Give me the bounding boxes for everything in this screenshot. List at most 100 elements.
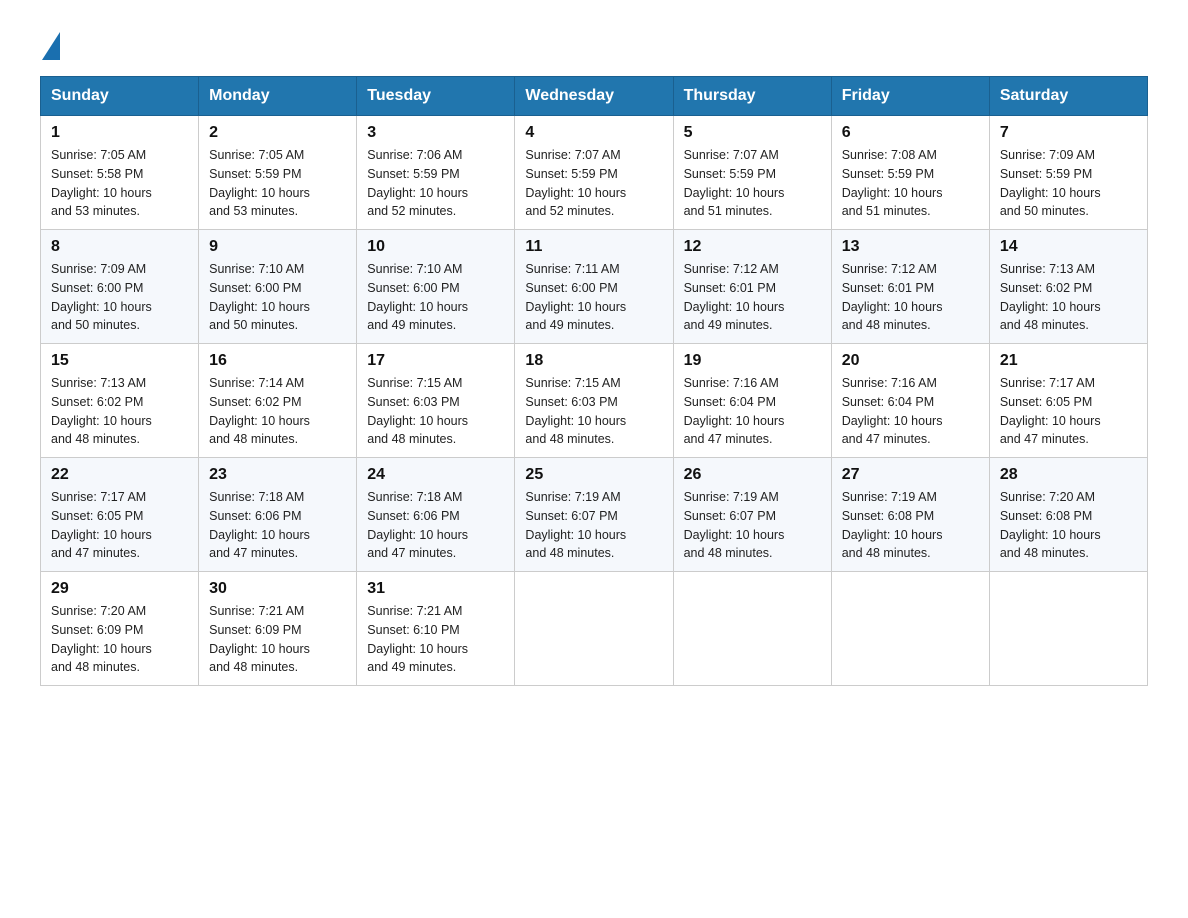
calendar-cell: 18 Sunrise: 7:15 AM Sunset: 6:03 PM Dayl… [515, 344, 673, 458]
calendar-week-row: 29 Sunrise: 7:20 AM Sunset: 6:09 PM Dayl… [41, 572, 1148, 686]
calendar-cell: 9 Sunrise: 7:10 AM Sunset: 6:00 PM Dayli… [199, 230, 357, 344]
day-number: 8 [51, 238, 188, 256]
calendar-cell: 26 Sunrise: 7:19 AM Sunset: 6:07 PM Dayl… [673, 458, 831, 572]
day-info: Sunrise: 7:08 AM Sunset: 5:59 PM Dayligh… [842, 146, 979, 221]
logo-triangle-icon [42, 32, 60, 60]
day-number: 2 [209, 124, 346, 142]
calendar-header-wednesday: Wednesday [515, 77, 673, 116]
calendar-cell: 10 Sunrise: 7:10 AM Sunset: 6:00 PM Dayl… [357, 230, 515, 344]
calendar-cell: 24 Sunrise: 7:18 AM Sunset: 6:06 PM Dayl… [357, 458, 515, 572]
day-info: Sunrise: 7:17 AM Sunset: 6:05 PM Dayligh… [51, 488, 188, 563]
day-number: 28 [1000, 466, 1137, 484]
calendar-cell: 12 Sunrise: 7:12 AM Sunset: 6:01 PM Dayl… [673, 230, 831, 344]
day-number: 18 [525, 352, 662, 370]
day-info: Sunrise: 7:19 AM Sunset: 6:08 PM Dayligh… [842, 488, 979, 563]
day-info: Sunrise: 7:18 AM Sunset: 6:06 PM Dayligh… [209, 488, 346, 563]
calendar-week-row: 8 Sunrise: 7:09 AM Sunset: 6:00 PM Dayli… [41, 230, 1148, 344]
day-info: Sunrise: 7:17 AM Sunset: 6:05 PM Dayligh… [1000, 374, 1137, 449]
day-number: 19 [684, 352, 821, 370]
day-number: 25 [525, 466, 662, 484]
calendar-week-row: 1 Sunrise: 7:05 AM Sunset: 5:58 PM Dayli… [41, 116, 1148, 230]
day-info: Sunrise: 7:09 AM Sunset: 5:59 PM Dayligh… [1000, 146, 1137, 221]
day-number: 16 [209, 352, 346, 370]
day-number: 24 [367, 466, 504, 484]
calendar-cell [831, 572, 989, 686]
day-info: Sunrise: 7:14 AM Sunset: 6:02 PM Dayligh… [209, 374, 346, 449]
day-info: Sunrise: 7:07 AM Sunset: 5:59 PM Dayligh… [525, 146, 662, 221]
calendar-cell: 7 Sunrise: 7:09 AM Sunset: 5:59 PM Dayli… [989, 116, 1147, 230]
day-number: 13 [842, 238, 979, 256]
day-number: 1 [51, 124, 188, 142]
day-info: Sunrise: 7:06 AM Sunset: 5:59 PM Dayligh… [367, 146, 504, 221]
day-info: Sunrise: 7:19 AM Sunset: 6:07 PM Dayligh… [684, 488, 821, 563]
day-info: Sunrise: 7:13 AM Sunset: 6:02 PM Dayligh… [1000, 260, 1137, 335]
calendar-week-row: 22 Sunrise: 7:17 AM Sunset: 6:05 PM Dayl… [41, 458, 1148, 572]
day-number: 15 [51, 352, 188, 370]
day-number: 9 [209, 238, 346, 256]
day-number: 17 [367, 352, 504, 370]
day-number: 20 [842, 352, 979, 370]
day-info: Sunrise: 7:09 AM Sunset: 6:00 PM Dayligh… [51, 260, 188, 335]
day-info: Sunrise: 7:10 AM Sunset: 6:00 PM Dayligh… [367, 260, 504, 335]
calendar-cell: 8 Sunrise: 7:09 AM Sunset: 6:00 PM Dayli… [41, 230, 199, 344]
day-info: Sunrise: 7:11 AM Sunset: 6:00 PM Dayligh… [525, 260, 662, 335]
day-info: Sunrise: 7:21 AM Sunset: 6:10 PM Dayligh… [367, 602, 504, 677]
calendar-header-friday: Friday [831, 77, 989, 116]
calendar-header-row: SundayMondayTuesdayWednesdayThursdayFrid… [41, 77, 1148, 116]
day-info: Sunrise: 7:15 AM Sunset: 6:03 PM Dayligh… [525, 374, 662, 449]
day-number: 27 [842, 466, 979, 484]
day-number: 6 [842, 124, 979, 142]
day-number: 11 [525, 238, 662, 256]
day-number: 31 [367, 580, 504, 598]
day-info: Sunrise: 7:12 AM Sunset: 6:01 PM Dayligh… [842, 260, 979, 335]
calendar-header-sunday: Sunday [41, 77, 199, 116]
day-info: Sunrise: 7:07 AM Sunset: 5:59 PM Dayligh… [684, 146, 821, 221]
calendar-cell: 25 Sunrise: 7:19 AM Sunset: 6:07 PM Dayl… [515, 458, 673, 572]
calendar-cell: 20 Sunrise: 7:16 AM Sunset: 6:04 PM Dayl… [831, 344, 989, 458]
day-info: Sunrise: 7:15 AM Sunset: 6:03 PM Dayligh… [367, 374, 504, 449]
calendar-cell [673, 572, 831, 686]
calendar-cell: 28 Sunrise: 7:20 AM Sunset: 6:08 PM Dayl… [989, 458, 1147, 572]
calendar-cell: 11 Sunrise: 7:11 AM Sunset: 6:00 PM Dayl… [515, 230, 673, 344]
calendar-cell: 3 Sunrise: 7:06 AM Sunset: 5:59 PM Dayli… [357, 116, 515, 230]
calendar-cell: 29 Sunrise: 7:20 AM Sunset: 6:09 PM Dayl… [41, 572, 199, 686]
calendar-cell: 14 Sunrise: 7:13 AM Sunset: 6:02 PM Dayl… [989, 230, 1147, 344]
calendar-cell: 27 Sunrise: 7:19 AM Sunset: 6:08 PM Dayl… [831, 458, 989, 572]
day-number: 21 [1000, 352, 1137, 370]
calendar-cell: 6 Sunrise: 7:08 AM Sunset: 5:59 PM Dayli… [831, 116, 989, 230]
calendar-cell: 23 Sunrise: 7:18 AM Sunset: 6:06 PM Dayl… [199, 458, 357, 572]
calendar-header-saturday: Saturday [989, 77, 1147, 116]
calendar-header-monday: Monday [199, 77, 357, 116]
day-number: 30 [209, 580, 346, 598]
calendar-cell: 4 Sunrise: 7:07 AM Sunset: 5:59 PM Dayli… [515, 116, 673, 230]
calendar-cell: 31 Sunrise: 7:21 AM Sunset: 6:10 PM Dayl… [357, 572, 515, 686]
calendar-cell: 16 Sunrise: 7:14 AM Sunset: 6:02 PM Dayl… [199, 344, 357, 458]
calendar-header-tuesday: Tuesday [357, 77, 515, 116]
day-number: 10 [367, 238, 504, 256]
day-number: 14 [1000, 238, 1137, 256]
calendar-cell: 17 Sunrise: 7:15 AM Sunset: 6:03 PM Dayl… [357, 344, 515, 458]
calendar-table: SundayMondayTuesdayWednesdayThursdayFrid… [40, 76, 1148, 686]
page-header [40, 30, 1148, 56]
day-number: 5 [684, 124, 821, 142]
calendar-cell: 5 Sunrise: 7:07 AM Sunset: 5:59 PM Dayli… [673, 116, 831, 230]
calendar-cell: 19 Sunrise: 7:16 AM Sunset: 6:04 PM Dayl… [673, 344, 831, 458]
calendar-cell [989, 572, 1147, 686]
day-number: 4 [525, 124, 662, 142]
calendar-cell [515, 572, 673, 686]
calendar-week-row: 15 Sunrise: 7:13 AM Sunset: 6:02 PM Dayl… [41, 344, 1148, 458]
day-number: 23 [209, 466, 346, 484]
day-info: Sunrise: 7:19 AM Sunset: 6:07 PM Dayligh… [525, 488, 662, 563]
day-info: Sunrise: 7:21 AM Sunset: 6:09 PM Dayligh… [209, 602, 346, 677]
day-number: 26 [684, 466, 821, 484]
day-info: Sunrise: 7:05 AM Sunset: 5:58 PM Dayligh… [51, 146, 188, 221]
calendar-cell: 21 Sunrise: 7:17 AM Sunset: 6:05 PM Dayl… [989, 344, 1147, 458]
calendar-cell: 2 Sunrise: 7:05 AM Sunset: 5:59 PM Dayli… [199, 116, 357, 230]
day-info: Sunrise: 7:13 AM Sunset: 6:02 PM Dayligh… [51, 374, 188, 449]
day-info: Sunrise: 7:20 AM Sunset: 6:08 PM Dayligh… [1000, 488, 1137, 563]
day-info: Sunrise: 7:18 AM Sunset: 6:06 PM Dayligh… [367, 488, 504, 563]
day-number: 22 [51, 466, 188, 484]
day-number: 7 [1000, 124, 1137, 142]
day-info: Sunrise: 7:16 AM Sunset: 6:04 PM Dayligh… [684, 374, 821, 449]
day-info: Sunrise: 7:16 AM Sunset: 6:04 PM Dayligh… [842, 374, 979, 449]
